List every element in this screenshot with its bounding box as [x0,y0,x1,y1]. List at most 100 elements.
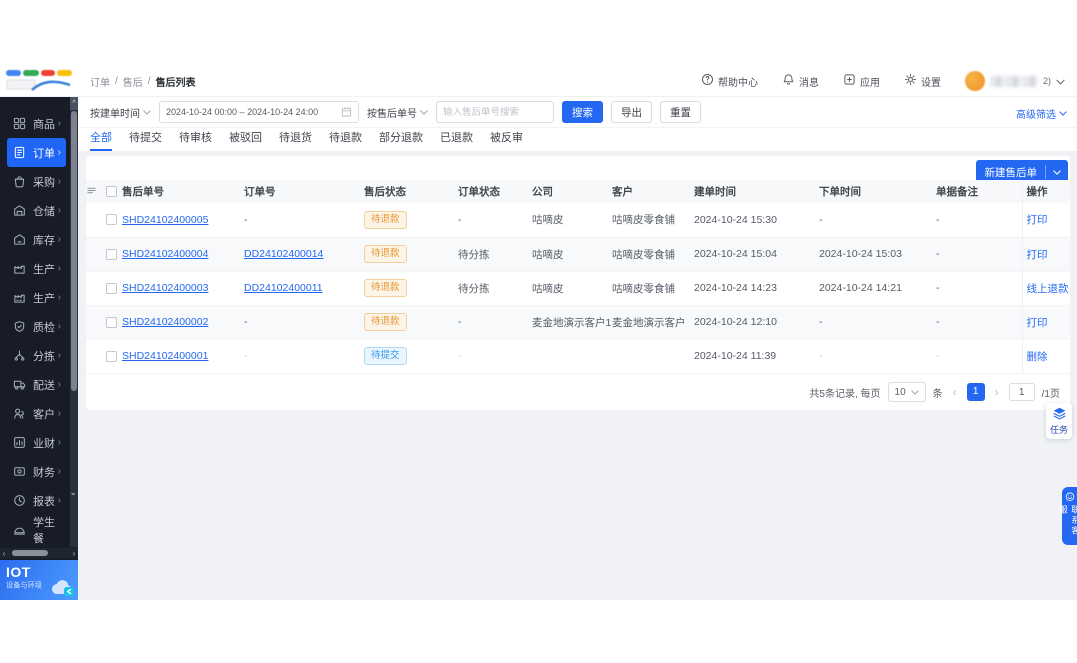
advanced-filter-link[interactable]: 高级筛选 [1016,106,1067,121]
after-sale-no-link[interactable]: SHD24102400004 [122,248,208,260]
scroll-up-icon[interactable]: ^ [70,97,78,110]
sidebar-item-inventory[interactable]: 库存 › [7,225,66,254]
status-tabs: 全部 待提交 待审核 被驳回 待退货 待退款 部分退款 已退款 被反审 [78,127,1077,152]
table-row: SHD24102400004 DD24102400014 待退款 待分拣 咕嘀皮… [86,237,1070,271]
after-sale-no-link[interactable]: SHD24102400003 [122,282,208,294]
sidebar-vertical-scrollbar[interactable]: ^ [70,97,78,547]
print-link[interactable]: 打印 [1027,214,1048,226]
products-grid-icon [13,117,26,130]
user-menu[interactable]: 2) [964,71,1065,91]
row-checkbox[interactable] [106,282,117,294]
bell-icon [782,73,795,89]
iot-launcher[interactable]: IOT 设备与环境 [0,560,78,600]
chevron-right-icon: › [57,204,61,216]
settings-button[interactable]: 设置 [904,73,941,89]
tab-refunded[interactable]: 已退款 [440,129,473,151]
after-sale-no-link[interactable]: SHD24102400001 [122,350,208,362]
sidebar: 商品 › 订单 › 采购 › 仓储 › 库存 › 生产 › 生产 › 质检 › … [0,97,78,600]
sidebar-item-reports[interactable]: 报表 › [7,486,66,515]
select-all-checkbox[interactable] [106,186,117,198]
online-refund-link[interactable]: 线上退款 [1027,283,1069,295]
prev-page-button[interactable]: ‹ [950,385,960,399]
warehouse-icon [13,204,26,217]
avatar [964,71,985,91]
sidebar-item-production[interactable]: 生产 › [7,254,66,283]
chevron-right-icon: › [57,175,61,187]
breadcrumb-aftersale[interactable]: 售后 [123,74,143,89]
sidebar-item-customers[interactable]: 客户 › [7,399,66,428]
tab-pending-submit[interactable]: 待提交 [129,129,162,151]
date-range-input[interactable]: 2024-10-24 00:00 – 2024-10-24 24:00 [159,101,359,123]
table-row: SHD24102400002 - 待退款 - 麦金地演示客户1 麦金地演示客户 … [86,305,1070,339]
delete-link[interactable]: 删除 [1027,351,1048,363]
sidebar-item-finance[interactable]: 财务 › [7,457,66,486]
breadcrumb-orders[interactable]: 订单 [90,74,110,89]
sidebar-item-warehouse[interactable]: 仓储 › [7,196,66,225]
sidebar-item-delivery[interactable]: 配送 › [7,370,66,399]
chevron-right-icon: › [57,262,61,274]
col-remark: 单据备注 [936,180,1022,203]
page-size-select[interactable]: 10 [887,382,926,402]
col-after-sale-no: 售后单号 [122,180,244,203]
search-input[interactable] [436,101,554,123]
apps-button[interactable]: 应用 [843,73,880,89]
after-sale-table: 售后单号 订单号 售后状态 订单状态 公司 客户 建单时间 下单时间 单据备注 … [86,180,1070,374]
tab-pending-return[interactable]: 待退货 [279,129,312,151]
chevron-right-icon: › [57,146,61,158]
chevron-right-icon: › [57,291,61,303]
order-no-link[interactable]: DD24102400014 [244,248,323,260]
contact-service-tab[interactable]: 联系客服 [1059,487,1077,545]
current-page-button[interactable]: 1 [966,383,985,401]
help-center-button[interactable]: 帮助中心 [701,73,758,89]
print-link[interactable]: 打印 [1027,249,1048,261]
sidebar-horizontal-scrollbar[interactable]: ‹ › [0,548,78,558]
next-page-button[interactable]: › [992,385,1002,399]
main-content: 按建单时间 2024-10-24 00:00 – 2024-10-24 24:0… [78,97,1077,600]
time-field-select[interactable]: 按建单时间 [90,105,151,120]
row-checkbox[interactable] [106,316,117,328]
table-row: SHD24102400001 - 待提交 - 2024-10-24 11:39 … [86,339,1070,373]
sidebar-item-business-finance[interactable]: 业财 › [7,428,66,457]
expand-rows-icon[interactable] [86,180,106,203]
reset-button[interactable]: 重置 [660,101,701,123]
sidebar-item-orders[interactable]: 订单 › [7,138,66,167]
chevron-down-icon [420,109,428,115]
scroll-left-icon[interactable]: ‹ [0,549,8,558]
scroll-right-icon[interactable]: › [70,549,78,558]
tab-rejected[interactable]: 被驳回 [229,129,262,151]
row-checkbox[interactable] [106,248,117,260]
sidebar-item-student-meal[interactable]: 学生餐 [7,515,66,545]
tab-all[interactable]: 全部 [90,129,112,151]
task-widget[interactable]: 任务 [1046,403,1072,439]
factory-icon [13,291,26,304]
row-checkbox[interactable] [106,214,117,226]
sidebar-item-products[interactable]: 商品 › [7,109,66,138]
sidebar-item-quality[interactable]: 质检 › [7,312,66,341]
sidebar-item-production-2[interactable]: 生产 › [7,283,66,312]
tab-pending-refund[interactable]: 待退款 [329,129,362,151]
order-no-link[interactable]: DD24102400011 [244,282,323,294]
total-pages-label: /1页 [1041,388,1060,400]
table-header-row: 售后单号 订单号 售后状态 订单状态 公司 客户 建单时间 下单时间 单据备注 … [86,180,1070,203]
export-button[interactable]: 导出 [611,101,652,123]
after-sale-no-link[interactable]: SHD24102400005 [122,214,208,226]
after-sale-no-link[interactable]: SHD24102400002 [122,316,208,328]
row-checkbox[interactable] [106,350,117,362]
col-actions: 操作 [1021,180,1070,203]
tab-partial-refund[interactable]: 部分退款 [379,129,423,151]
cloud-icon [51,580,74,596]
sidebar-item-sorting[interactable]: 分拣 › [7,341,66,370]
page-jump-input[interactable]: 1 [1008,383,1035,401]
col-company: 公司 [532,180,612,203]
print-link[interactable]: 打印 [1027,317,1048,329]
search-button[interactable]: 搜索 [562,101,603,123]
tab-review-reverted[interactable]: 被反审 [490,129,523,151]
sidebar-item-purchase[interactable]: 采购 › [7,167,66,196]
chevron-right-icon: › [57,378,61,390]
messages-button[interactable]: 消息 [782,73,819,89]
company-logo [0,65,78,97]
number-field-select[interactable]: 按售后单号 [367,105,428,120]
chevron-down-icon [1046,169,1068,175]
scroll-down-icon[interactable]: ⌄ [69,487,77,498]
tab-pending-review[interactable]: 待审核 [179,129,212,151]
